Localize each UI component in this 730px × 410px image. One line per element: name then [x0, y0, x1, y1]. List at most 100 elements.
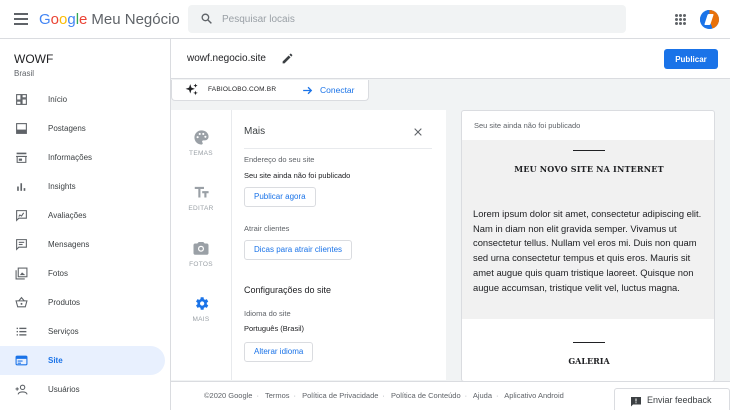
sidebar-item-label: Site [48, 356, 63, 365]
publish-button[interactable]: Publicar [664, 49, 718, 69]
panel-title: Mais [244, 126, 266, 137]
business-name: WOWF [14, 52, 54, 66]
posts-icon [16, 123, 27, 134]
connect-link[interactable]: Conectar [320, 85, 355, 95]
feedback-icon [631, 397, 641, 407]
gallery-divider [573, 342, 605, 343]
publish-now-button[interactable]: Publicar agora [244, 187, 316, 207]
hero-body: Lorem ipsum dolor sit amet, consectetur … [473, 208, 702, 293]
edit-pencil-icon[interactable] [281, 52, 294, 65]
gallery-title: GALERIA [568, 356, 610, 366]
more-panel: Mais Endereço do seu site Seu site ainda… [232, 110, 446, 380]
arrow-right-icon [303, 86, 313, 95]
palette-icon [193, 130, 209, 145]
footer-copyright: ©2020 Google [204, 391, 253, 400]
sidebar: WOWF Brasil Início Postagens Informações… [0, 39, 171, 410]
sidebar-item-label: Produtos [48, 298, 81, 307]
site-preview[interactable]: Seu site ainda não foi publicado MEU NOV… [461, 110, 715, 382]
site-address-status: Seu site ainda não foi publicado [244, 171, 351, 180]
logo-letter: o [50, 11, 60, 28]
footer-link-help[interactable]: Ajuda [473, 391, 492, 400]
site-settings-heading: Configurações do site [244, 285, 332, 295]
sidebar-item-label: Usuários [48, 385, 80, 394]
store-icon [16, 152, 27, 163]
footer-link-terms[interactable]: Termos [265, 391, 290, 400]
hero-divider [573, 150, 605, 151]
tool-themes[interactable]: TEMAS [171, 129, 231, 157]
settings-icon [195, 297, 208, 310]
insights-icon [17, 183, 26, 191]
tool-label: EDITAR [188, 205, 214, 212]
preview-hero: MEU NOVO SITE NA INTERNET Lorem ipsum do… [462, 140, 714, 319]
domain-connect-bar: FABIOLOBO.COM.BR Conectar [171, 80, 369, 101]
apps-grid-icon[interactable] [675, 14, 686, 25]
send-feedback-button[interactable]: Enviar feedback [614, 388, 730, 410]
footer-separator: · [464, 391, 468, 400]
messages-icon [16, 239, 27, 251]
sidebar-item-label: Informações [48, 153, 93, 162]
text-format-icon [194, 186, 209, 198]
site-address-label: Endereço do seu site [244, 155, 315, 164]
sidebar-item-label: Fotos [48, 269, 69, 278]
change-language-button[interactable]: Alterar idioma [244, 342, 314, 362]
app-logo[interactable]: Google Meu Negócio [39, 11, 180, 28]
sidebar-item-mensagens[interactable]: Mensagens [0, 230, 170, 259]
photos-icon [15, 267, 28, 280]
search-input[interactable] [222, 10, 602, 28]
tool-photos[interactable]: FOTOS [171, 239, 231, 268]
sidebar-item-site[interactable]: Site [0, 346, 165, 375]
sidebar-item-insights[interactable]: Insights [0, 172, 170, 201]
logo-letter: g [67, 11, 76, 28]
list-icon [16, 327, 27, 336]
tool-more[interactable]: MAIS [171, 295, 231, 323]
sidebar-item-informacoes[interactable]: Informações [0, 143, 170, 172]
site-header: wowf.negocio.site Publicar [171, 39, 730, 79]
business-location: Brasil [14, 69, 35, 78]
tool-label: FOTOS [189, 261, 213, 268]
basket-icon [15, 296, 28, 308]
web-icon [15, 355, 28, 366]
hero-title: MEU NOVO SITE NA INTERNET [514, 164, 664, 174]
site-language-value: Português (Brasil) [244, 324, 305, 333]
tool-edit[interactable]: EDITAR [171, 184, 231, 212]
sidebar-item-usuarios[interactable]: Usuários [0, 375, 170, 404]
sidebar-item-produtos[interactable]: Produtos [0, 288, 170, 317]
sidebar-item-label: Mensagens [48, 240, 90, 249]
footer-separator: · [293, 391, 297, 400]
search-icon [201, 13, 212, 24]
add-user-icon [15, 384, 28, 395]
footer-separator: · [256, 391, 259, 400]
footer-separator: · [382, 391, 385, 400]
sidebar-item-label: Serviços [48, 327, 79, 336]
panel-divider [244, 148, 432, 149]
attract-tips-button[interactable]: Dicas para atrair clientes [244, 240, 353, 260]
footer-links: ©2020 Google · Termos · Política de Privac… [204, 391, 568, 400]
close-icon[interactable] [413, 127, 423, 137]
sidebar-item-avaliacoes[interactable]: Avaliações [0, 201, 170, 230]
footer-separator: · [496, 391, 499, 400]
sidebar-item-label: Início [48, 95, 68, 104]
feedback-label: Enviar feedback [647, 395, 712, 405]
logo-letter: G [39, 11, 51, 28]
preview-status: Seu site ainda não foi publicado [474, 121, 581, 130]
sidebar-item-fotos[interactable]: Fotos [0, 259, 170, 288]
site-domain: wowf.negocio.site [187, 53, 266, 64]
footer-link-privacy[interactable]: Política de Privacidade [302, 391, 378, 400]
sidebar-item-label: Insights [48, 182, 76, 191]
editor-tools: TEMAS EDITAR FOTOS MAIS [171, 110, 232, 380]
footer-link-content-policy[interactable]: Política de Conteúdo [391, 391, 461, 400]
sidebar-item-label: Postagens [48, 124, 86, 133]
tool-label: TEMAS [189, 150, 213, 157]
sidebar-item-servicos[interactable]: Serviços [0, 317, 170, 346]
search-box [188, 5, 626, 33]
sidebar-item-inicio[interactable]: Início [0, 85, 170, 114]
sidebar-item-postagens[interactable]: Postagens [0, 114, 170, 143]
account-avatar[interactable] [700, 10, 719, 29]
sparkle-icon [185, 83, 198, 96]
menu-icon[interactable] [14, 13, 28, 25]
footer-link-android-app[interactable]: Aplicativo Android [504, 391, 564, 400]
tool-label: MAIS [192, 316, 210, 323]
camera-icon [193, 242, 209, 255]
reviews-icon [16, 210, 27, 222]
sidebar-nav: Início Postagens Informações Insights Av… [0, 85, 170, 404]
